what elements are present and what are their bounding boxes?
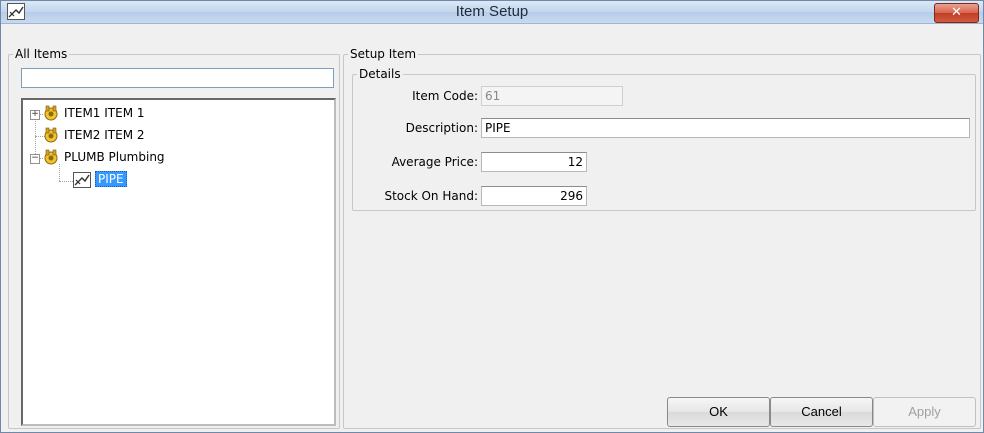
tree-node-pipe[interactable]: PIPE [23,171,323,189]
tree-node-label: PLUMB Plumbing [64,150,165,164]
item-filter-input[interactable] [21,68,334,88]
tree-node-item1[interactable]: + ITEM1 ITEM 1 [23,105,323,123]
stock-on-hand-field[interactable]: 296 [481,186,587,206]
items-tree[interactable]: + ITEM1 ITEM 1 ITEM2 ITEM 2 − PLUMB Plum… [21,98,336,426]
tree-node-label: ITEM1 ITEM 1 [64,106,145,120]
cancel-button[interactable]: Cancel [770,397,873,427]
description-label: Description: [405,121,478,135]
item-group-icon [44,105,58,121]
title-bar[interactable]: Item Setup ✕ [1,1,983,24]
expand-icon[interactable]: + [30,110,40,120]
item-code-label: Item Code: [412,89,478,103]
window-title: Item Setup [455,3,529,20]
tree-node-label: ITEM2 ITEM 2 [64,128,145,142]
ok-button[interactable]: OK [667,397,770,427]
collapse-icon[interactable]: − [30,154,40,164]
tree-node-label-selected: PIPE [95,171,127,187]
close-icon: ✕ [951,5,962,20]
tree-node-item2[interactable]: ITEM2 ITEM 2 [23,127,323,145]
setup-item-legend: Setup Item [350,47,417,61]
average-price-field[interactable]: 12 [481,152,587,172]
item-group-icon [44,127,58,143]
all-items-legend: All Items [15,47,68,61]
details-legend: Details [359,67,401,81]
stock-on-hand-label: Stock On Hand: [384,189,478,203]
apply-button[interactable]: Apply [873,397,976,427]
close-button[interactable]: ✕ [934,3,979,23]
item-group-icon [44,149,58,165]
tree-node-plumb[interactable]: − PLUMB Plumbing [23,149,323,167]
item-code-field[interactable]: 61 [481,86,623,106]
description-field[interactable]: PIPE [481,118,970,138]
average-price-label: Average Price: [391,155,478,169]
pipe-item-icon [73,172,91,188]
